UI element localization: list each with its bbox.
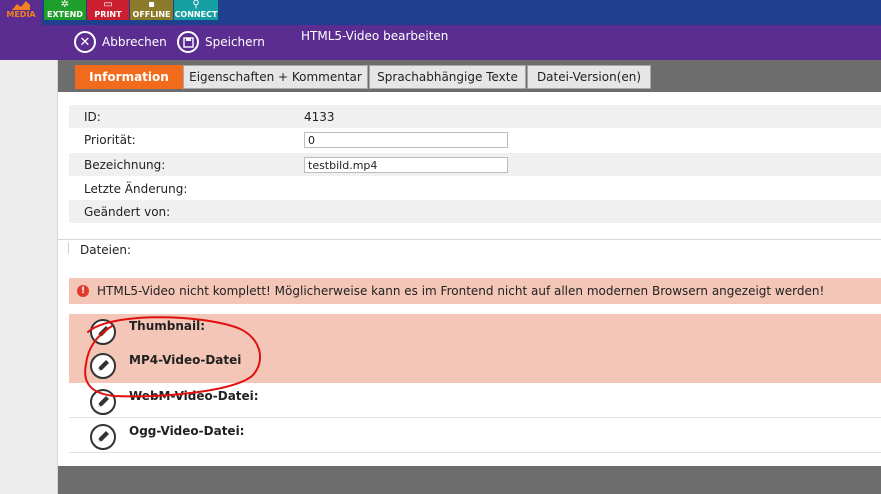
- footer-bar: [58, 466, 881, 494]
- cancel-button[interactable]: ✕ Abbrechen: [74, 31, 167, 53]
- edit-webm-button[interactable]: [90, 389, 116, 415]
- row-divider: [69, 452, 881, 453]
- sidebar: [0, 60, 58, 494]
- files-section-label: Dateien:: [80, 243, 132, 257]
- mp4-label: MP4-Video-Datei: [129, 353, 242, 367]
- offline-label: OFFLINE: [132, 10, 171, 19]
- id-label: ID:: [84, 110, 101, 124]
- extend-label: EXTEND: [47, 10, 83, 19]
- warning-text: HTML5-Video nicht komplett! Möglicherwei…: [97, 284, 825, 298]
- changed-by-row: Geändert von:: [69, 200, 881, 223]
- tab-strip: Information Eigenschaften + Kommentar Sp…: [58, 60, 881, 92]
- name-input[interactable]: [304, 157, 508, 173]
- disk-icon: ▪: [148, 0, 155, 10]
- file-row-webm: WebM-Video-Datei:: [69, 384, 881, 419]
- name-row: Bezeichnung:: [69, 153, 881, 176]
- changed-by-label: Geändert von:: [84, 205, 171, 219]
- incomplete-warning: ! HTML5-Video nicht komplett! Möglicherw…: [69, 278, 881, 304]
- alert-icon: !: [77, 285, 89, 297]
- last-change-label: Letzte Änderung:: [84, 182, 188, 196]
- pen-icon: [98, 326, 109, 337]
- file-row-thumbnail: Thumbnail:: [69, 314, 881, 349]
- tab-properties[interactable]: Eigenschaften + Kommentar: [183, 65, 368, 89]
- sidebar-header: [0, 25, 58, 60]
- tab-file-versions[interactable]: Datei-Version(en): [527, 65, 651, 89]
- top-toolbar: MEDIA ✲ EXTEND ▭ PRINT ▪ OFFLINE ⚲ CONNE…: [0, 0, 881, 25]
- last-change-row: Letzte Änderung:: [69, 177, 881, 200]
- pen-icon: [98, 431, 109, 442]
- page-title: HTML5-Video bearbeiten: [301, 29, 449, 43]
- priority-label: Priorität:: [84, 133, 136, 147]
- thumbnail-label: Thumbnail:: [129, 319, 206, 333]
- save-icon: [177, 31, 199, 53]
- extend-button[interactable]: ✲ EXTEND: [44, 0, 86, 20]
- close-icon: ✕: [74, 31, 96, 53]
- file-row-ogg: Ogg-Video-Datei:: [69, 419, 881, 454]
- save-button[interactable]: Speichern: [177, 31, 265, 53]
- priority-input[interactable]: [304, 132, 508, 148]
- printer-icon: ▭: [103, 0, 113, 10]
- save-label: Speichern: [205, 35, 265, 49]
- pen-icon: [98, 396, 109, 407]
- cancel-label: Abbrechen: [102, 35, 167, 49]
- section-divider: [58, 239, 881, 240]
- chart-icon: [11, 0, 31, 14]
- connect-label: CONNECT: [174, 10, 218, 19]
- print-label: PRINT: [94, 10, 122, 19]
- offline-button[interactable]: ▪ OFFLINE: [130, 0, 173, 20]
- print-button[interactable]: ▭ PRINT: [87, 0, 129, 20]
- action-bar: ✕ Abbrechen Speichern HTML5-Video bearbe…: [58, 25, 881, 60]
- edit-thumbnail-button[interactable]: [90, 319, 116, 345]
- name-label: Bezeichnung:: [84, 158, 166, 172]
- tab-information[interactable]: Information: [75, 65, 183, 89]
- edit-ogg-button[interactable]: [90, 424, 116, 450]
- ogg-label: Ogg-Video-Datei:: [129, 424, 245, 438]
- tab-language-texts[interactable]: Sprachabhängige Texte: [369, 65, 526, 89]
- webm-label: WebM-Video-Datei:: [129, 389, 259, 403]
- id-row: ID: 4133: [69, 105, 881, 128]
- content-panel: ID: 4133 Priorität: Bezeichnung: Letzte …: [58, 92, 881, 466]
- file-row-mp4: MP4-Video-Datei: [69, 348, 881, 383]
- pen-icon: [98, 360, 109, 371]
- section-tick: [68, 242, 69, 254]
- gear-icon: ✲: [60, 0, 70, 10]
- connect-button[interactable]: ⚲ CONNECT: [174, 0, 218, 20]
- id-value: 4133: [304, 110, 335, 124]
- edit-mp4-button[interactable]: [90, 353, 116, 379]
- search-icon: ⚲: [192, 0, 200, 10]
- row-divider: [69, 417, 881, 418]
- media-button[interactable]: MEDIA: [0, 0, 42, 25]
- priority-row: Priorität:: [69, 128, 881, 151]
